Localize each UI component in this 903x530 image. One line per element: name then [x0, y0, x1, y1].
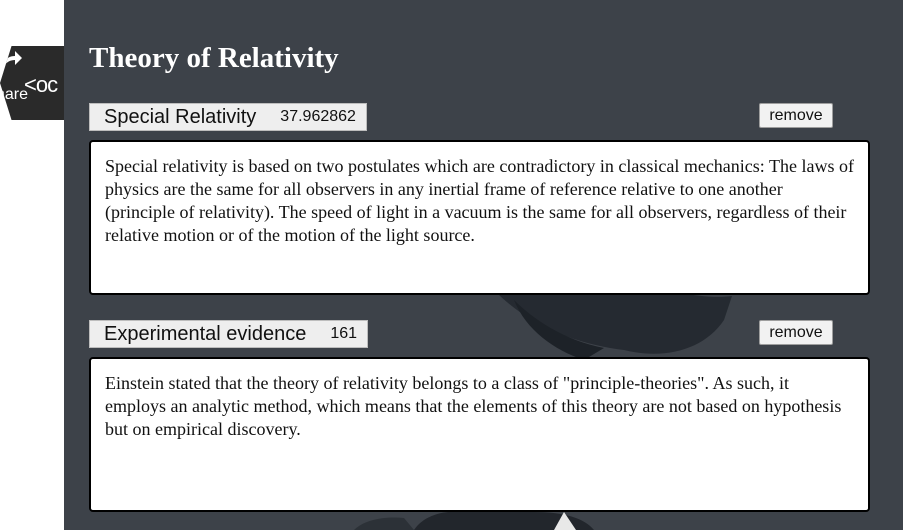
code-label: <oc — [24, 72, 58, 97]
section-tab[interactable]: Special Relativity 37.962862 — [89, 103, 367, 131]
section-body-experimental-evidence[interactable]: Einstein stated that the theory of relat… — [89, 357, 870, 512]
share-badge[interactable]: hare <oc — [0, 46, 64, 120]
share-arrow-icon — [3, 51, 22, 68]
section-title: Experimental evidence — [104, 322, 307, 345]
section-score: 161 — [330, 325, 358, 342]
section-title: Special Relativity — [104, 105, 257, 128]
section-score: 37.962862 — [280, 108, 356, 125]
left-strip: hare <oc — [0, 0, 64, 530]
section-tab[interactable]: Experimental evidence 161 — [89, 320, 369, 348]
section-header-experimental-evidence: Experimental evidence 161 remove — [89, 320, 871, 348]
remove-button[interactable]: remove — [759, 320, 833, 345]
section-body-special-relativity[interactable]: Special relativity is based on two postu… — [89, 140, 870, 295]
remove-button[interactable]: remove — [759, 103, 833, 128]
section-header-special-relativity: Special Relativity 37.962862 remove — [89, 103, 871, 131]
page-title: Theory of Relativity — [89, 42, 339, 74]
